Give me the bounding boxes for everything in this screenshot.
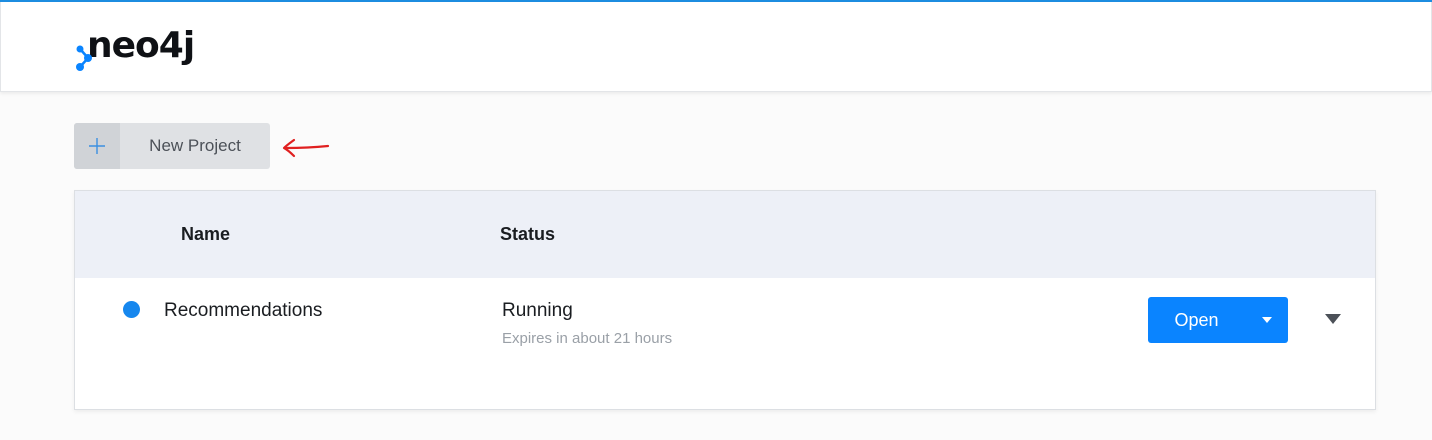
arrow-left-icon <box>280 135 332 166</box>
table-row: Recommendations Running Expires in about… <box>75 278 1375 408</box>
column-header-name: Name <box>181 224 231 244</box>
open-button-label: Open <box>1174 309 1219 330</box>
plus-icon <box>74 123 120 169</box>
app-header: neo4j <box>0 2 1432 92</box>
logo-text: neo4j <box>87 25 195 66</box>
project-expiry: Expires in about 21 hours <box>502 330 673 347</box>
projects-table: Name Status Recommendations Running Expi… <box>74 190 1376 410</box>
caret-down-icon[interactable] <box>1325 311 1341 329</box>
new-project-label: New Project <box>149 136 241 155</box>
neo4j-logo[interactable]: neo4j <box>75 25 195 72</box>
chevron-down-icon[interactable] <box>1245 317 1288 323</box>
project-status: Running <box>502 300 573 321</box>
project-name: Recommendations <box>164 300 323 321</box>
status-dot-icon <box>123 301 140 318</box>
neo4j-logo-icon <box>75 28 95 71</box>
column-header-status: Status <box>500 224 556 244</box>
table-header: Name Status <box>75 191 1375 278</box>
new-project-button[interactable]: New Project <box>74 123 270 169</box>
open-button[interactable]: Open <box>1148 297 1288 343</box>
